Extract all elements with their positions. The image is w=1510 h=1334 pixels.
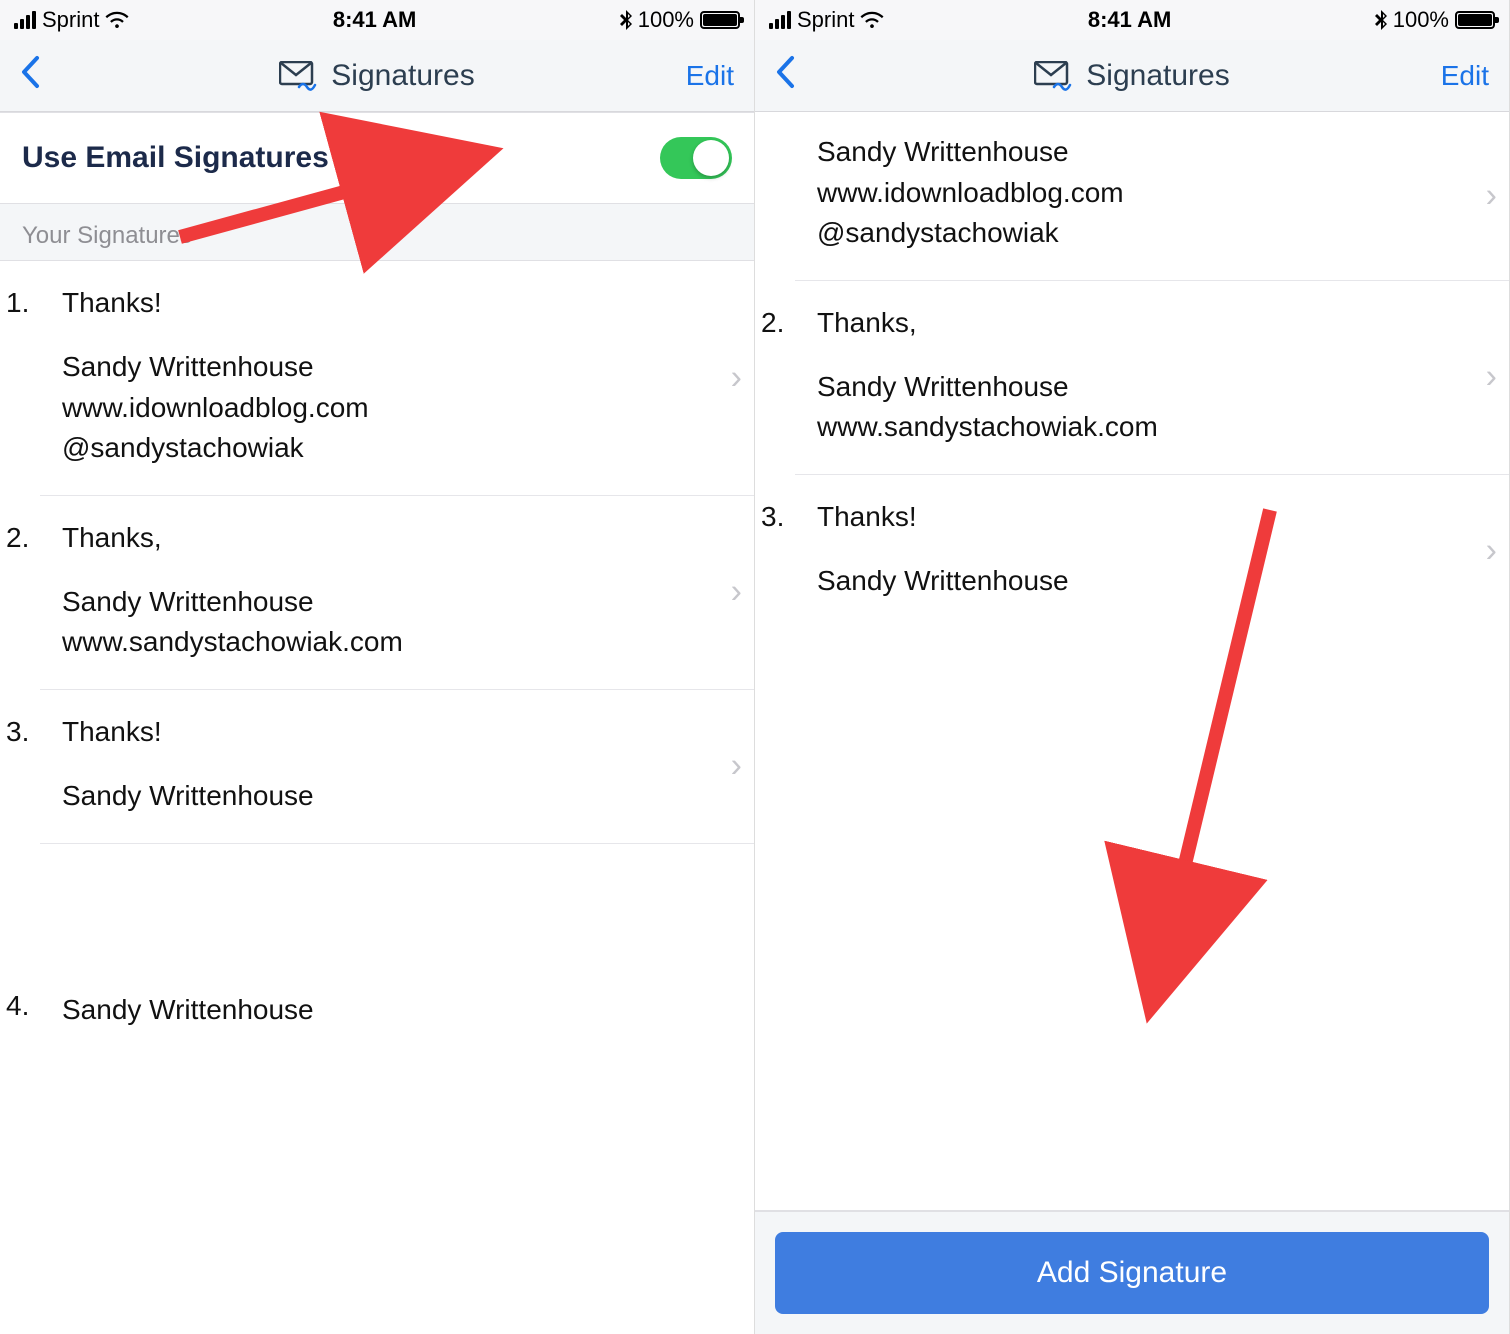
status-bar: Sprint 8:41 AM 100% <box>0 0 754 40</box>
signature-list: Sandy Writtenhouse www.idownloadblog.com… <box>755 112 1509 1211</box>
signature-line: Sandy Writtenhouse <box>817 367 1487 408</box>
signal-icon <box>14 11 36 29</box>
chevron-right-icon: › <box>1486 532 1497 571</box>
use-signatures-toggle[interactable] <box>660 137 732 179</box>
battery-icon <box>1455 11 1495 29</box>
signature-line: Sandy Writtenhouse <box>62 582 732 623</box>
carrier-label: Sprint <box>42 7 99 33</box>
bluetooth-icon <box>620 10 632 30</box>
carrier-label: Sprint <box>797 7 854 33</box>
edit-button[interactable]: Edit <box>1441 60 1489 91</box>
battery-percent: 100% <box>638 7 694 33</box>
signature-greeting: Thanks, <box>62 522 732 554</box>
signature-greeting: Thanks! <box>62 287 732 319</box>
use-signatures-label: Use Email Signatures <box>22 141 329 175</box>
chevron-right-icon: › <box>1486 176 1497 215</box>
signature-line: Sandy Writtenhouse <box>817 132 1487 173</box>
status-time: 8:41 AM <box>1088 7 1172 33</box>
signature-line: Sandy Writtenhouse <box>62 990 732 1031</box>
signature-item[interactable]: 2. Thanks, Sandy Writtenhouse www.sandys… <box>795 281 1509 475</box>
signature-number: 3. <box>761 501 784 533</box>
signature-list: 1. Thanks! Sandy Writtenhouse www.idownl… <box>0 261 754 1334</box>
battery-percent: 100% <box>1393 7 1449 33</box>
signature-item[interactable]: 4. Sandy Writtenhouse <box>40 964 754 1031</box>
bluetooth-icon <box>1375 10 1387 30</box>
signature-number: 2. <box>6 522 29 554</box>
phone-left: Sprint 8:41 AM 100% Signatures E <box>0 0 755 1334</box>
battery-icon <box>700 11 740 29</box>
add-signature-footer: Add Signature <box>755 1211 1509 1334</box>
signature-number: 1. <box>6 287 29 319</box>
signature-line: @sandystachowiak <box>62 428 732 469</box>
chevron-right-icon: › <box>731 573 742 612</box>
signature-line: Sandy Writtenhouse <box>62 347 732 388</box>
back-button[interactable] <box>20 55 40 96</box>
signature-line: www.idownloadblog.com <box>817 173 1487 214</box>
use-signatures-row: Use Email Signatures <box>0 112 754 204</box>
signature-item[interactable]: 3. Thanks! Sandy Writtenhouse › <box>40 690 754 844</box>
signature-item[interactable]: 3. Thanks! Sandy Writtenhouse › <box>795 475 1509 628</box>
signature-greeting: Thanks, <box>817 307 1487 339</box>
your-signatures-header: Your Signatures <box>0 204 754 261</box>
nav-header: Signatures Edit <box>755 40 1509 112</box>
signature-item[interactable]: 2. Thanks, Sandy Writtenhouse www.sandys… <box>40 496 754 690</box>
signature-greeting: Thanks! <box>817 501 1487 533</box>
signature-number: 2. <box>761 307 784 339</box>
chevron-right-icon: › <box>731 358 742 397</box>
signature-number: 4. <box>6 990 29 1022</box>
add-signature-button[interactable]: Add Signature <box>775 1232 1489 1314</box>
status-bar: Sprint 8:41 AM 100% <box>755 0 1509 40</box>
chevron-right-icon: › <box>1486 358 1497 397</box>
wifi-icon <box>105 11 129 29</box>
signature-line: @sandystachowiak <box>817 213 1487 254</box>
signatures-app-icon <box>1034 61 1072 91</box>
nav-header: Signatures Edit <box>0 40 754 112</box>
chevron-right-icon: › <box>731 747 742 786</box>
signature-line: Sandy Writtenhouse <box>817 561 1487 602</box>
signatures-app-icon <box>279 61 317 91</box>
signature-greeting: Thanks! <box>62 716 732 748</box>
page-title: Signatures <box>331 59 474 93</box>
signature-number: 3. <box>6 716 29 748</box>
wifi-icon <box>860 11 884 29</box>
signature-line: www.sandystachowiak.com <box>817 407 1487 448</box>
signature-item[interactable]: Sandy Writtenhouse www.idownloadblog.com… <box>795 112 1509 281</box>
signature-line: www.sandystachowiak.com <box>62 622 732 663</box>
signature-line: www.idownloadblog.com <box>62 388 732 429</box>
edit-button[interactable]: Edit <box>686 60 734 91</box>
signature-item[interactable]: 1. Thanks! Sandy Writtenhouse www.idownl… <box>40 261 754 496</box>
signal-icon <box>769 11 791 29</box>
phone-right: Sprint 8:41 AM 100% Signatures E <box>755 0 1510 1334</box>
status-time: 8:41 AM <box>333 7 417 33</box>
signature-line: Sandy Writtenhouse <box>62 776 732 817</box>
page-title: Signatures <box>1086 59 1229 93</box>
back-button[interactable] <box>775 55 795 96</box>
